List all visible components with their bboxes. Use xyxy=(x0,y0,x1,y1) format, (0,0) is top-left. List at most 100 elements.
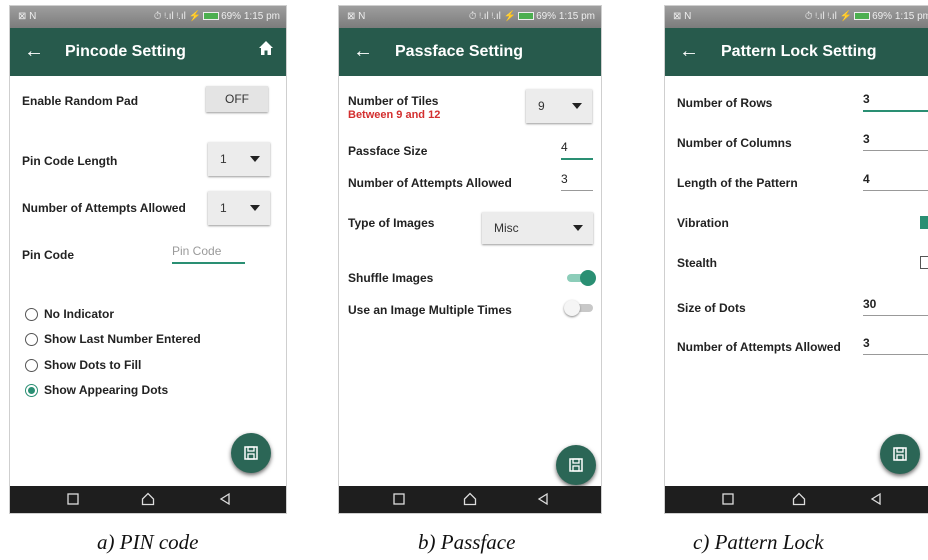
passface-size-label: Passface Size xyxy=(348,144,428,158)
pincode-screen: ⊠ N ⏱ ᵎ.ıl ᵎ.ıl ⚡ 69% 1:15 pm ← Pincode S… xyxy=(9,5,287,514)
shuffle-label: Shuffle Images xyxy=(348,271,434,285)
attempts-label: Number of Attempts Allowed xyxy=(348,176,512,190)
tiles-hint: Between 9 and 12 xyxy=(348,109,441,121)
radio-no-indicator[interactable]: No Indicator xyxy=(25,307,115,322)
radio-icon xyxy=(25,359,38,373)
square-icon[interactable] xyxy=(392,492,406,506)
pattern-lock-screen: ⊠ N ⏱ ᵎ.ıl ᵎ.ıl ⚡ 69% 1:15 pm ← Pattern L… xyxy=(664,5,928,514)
radio-icon xyxy=(25,333,38,347)
pattern-length-input[interactable]: 4 xyxy=(863,172,928,191)
android-nav-bar xyxy=(10,486,286,513)
tiles-spinner[interactable]: 9 xyxy=(526,89,592,123)
dot-size-input[interactable]: 30 xyxy=(863,297,928,316)
radio-label: No Indicator xyxy=(44,307,115,321)
dropdown-arrow-icon xyxy=(573,225,583,231)
images-type-value: Misc xyxy=(494,221,519,235)
status-icons: ⏱ ᵎ.ıl ᵎ.ıl ⚡ xyxy=(468,11,517,22)
stealth-label: Stealth xyxy=(677,256,718,270)
radio-show-appearing-dots[interactable]: Show Appearing Dots xyxy=(25,383,169,398)
save-button[interactable] xyxy=(880,434,920,474)
images-type-spinner[interactable]: Misc xyxy=(482,212,593,244)
save-icon xyxy=(893,447,907,461)
switch-knob xyxy=(580,270,596,286)
multiple-switch[interactable] xyxy=(564,300,593,316)
radio-label: Show Appearing Dots xyxy=(44,383,169,397)
status-time: 1:15 pm xyxy=(558,11,595,22)
radio-show-last-number[interactable]: Show Last Number Entered xyxy=(25,332,201,347)
home-icon[interactable] xyxy=(258,40,274,61)
arrow-back-icon[interactable]: ← xyxy=(24,40,44,62)
pin-code-label: Pin Code xyxy=(22,248,75,262)
dropdown-arrow-icon xyxy=(572,103,582,109)
battery-level: 69% xyxy=(872,11,893,22)
triangle-back-icon[interactable] xyxy=(218,492,232,506)
status-left: ⊠ N xyxy=(347,11,366,22)
save-icon xyxy=(244,446,258,460)
radio-selected-icon xyxy=(25,384,38,398)
tiles-label: Number of Tiles xyxy=(348,94,439,108)
battery-level: 69% xyxy=(221,11,242,22)
random-pad-toggle-button[interactable]: OFF xyxy=(206,86,268,112)
page-title: Pincode Setting xyxy=(65,43,186,60)
pin-code-input[interactable]: Pin Code xyxy=(172,244,245,264)
random-pad-label: Enable Random Pad xyxy=(22,94,139,108)
radio-label: Show Last Number Entered xyxy=(44,332,201,346)
dropdown-arrow-icon xyxy=(250,205,260,211)
save-button[interactable] xyxy=(556,445,596,485)
switch-knob xyxy=(564,300,580,316)
vibration-label: Vibration xyxy=(677,216,729,230)
status-bar: ⊠ N ⏱ ᵎ.ıl ᵎ.ıl ⚡ 69% 1:15 pm xyxy=(10,6,286,28)
battery-icon xyxy=(518,12,535,21)
caption-pin: a) PIN code xyxy=(97,530,199,554)
save-button[interactable] xyxy=(231,433,271,473)
columns-label: Number of Columns xyxy=(677,136,792,150)
radio-show-dots-to-fill[interactable]: Show Dots to Fill xyxy=(25,358,141,373)
rows-input[interactable]: 3 xyxy=(863,92,928,112)
vibration-checkbox[interactable] xyxy=(920,216,928,229)
status-bar: ⊠ N ⏱ ᵎ.ıl ᵎ.ıl ⚡ 69% 1:15 pm xyxy=(665,6,928,28)
square-icon[interactable] xyxy=(66,492,80,506)
columns-input[interactable]: 3 xyxy=(863,132,928,151)
rows-label: Number of Rows xyxy=(677,96,773,110)
attempts-spinner[interactable]: 1 xyxy=(208,191,270,225)
triangle-back-icon[interactable] xyxy=(869,492,883,506)
app-bar: ← Pincode Setting xyxy=(10,28,286,76)
pattern-length-label: Length of the Pattern xyxy=(677,176,798,190)
home-outline-icon[interactable] xyxy=(792,492,806,506)
dropdown-arrow-icon xyxy=(250,156,260,162)
status-time: 1:15 pm xyxy=(894,11,928,22)
attempts-label: Number of Attempts Allowed xyxy=(22,201,186,215)
status-bar: ⊠ N ⏱ ᵎ.ıl ᵎ.ıl ⚡ 69% 1:15 pm xyxy=(339,6,601,28)
app-bar: ← Pattern Lock Setting xyxy=(665,28,928,76)
triangle-back-icon[interactable] xyxy=(536,492,550,506)
shuffle-switch[interactable] xyxy=(567,270,596,286)
page-title: Pattern Lock Setting xyxy=(721,43,877,60)
radio-icon xyxy=(25,308,38,322)
pin-length-spinner[interactable]: 1 xyxy=(208,142,270,176)
status-left: ⊠ N xyxy=(18,11,37,22)
save-icon xyxy=(569,458,583,472)
android-nav-bar xyxy=(339,486,601,513)
arrow-back-icon[interactable]: ← xyxy=(353,40,373,62)
home-outline-icon[interactable] xyxy=(141,492,155,506)
battery-level: 69% xyxy=(536,11,557,22)
status-left: ⊠ N xyxy=(673,11,692,22)
attempts-input[interactable]: 3 xyxy=(561,172,593,191)
square-icon[interactable] xyxy=(721,492,735,506)
pin-code-placeholder: Pin Code xyxy=(172,244,222,258)
passface-screen: ⊠ N ⏱ ᵎ.ıl ᵎ.ıl ⚡ 69% 1:15 pm ← Passface … xyxy=(338,5,602,514)
caption-pattern: c) Pattern Lock xyxy=(693,530,824,554)
attempts-input[interactable]: 3 xyxy=(863,336,928,355)
passface-size-input[interactable]: 4 xyxy=(561,140,593,160)
stealth-checkbox[interactable] xyxy=(920,256,928,269)
page-title: Passface Setting xyxy=(395,43,524,60)
images-type-label: Type of Images xyxy=(348,216,435,230)
attempts-label: Number of Attempts Allowed xyxy=(677,340,841,354)
dot-size-label: Size of Dots xyxy=(677,301,746,315)
arrow-back-icon[interactable]: ← xyxy=(679,40,699,62)
home-outline-icon[interactable] xyxy=(463,492,477,506)
pin-length-value: 1 xyxy=(220,152,227,166)
android-nav-bar xyxy=(665,486,928,513)
battery-icon xyxy=(854,12,871,21)
pin-length-label: Pin Code Length xyxy=(22,154,118,168)
